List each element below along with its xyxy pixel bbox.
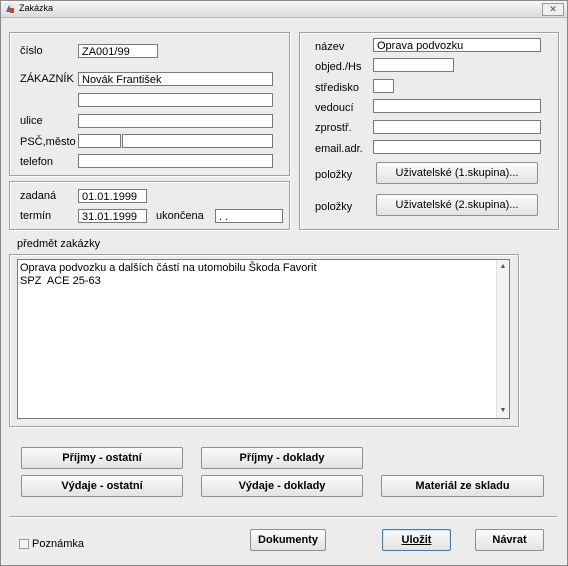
cislo-field[interactable]: ZA001/99 bbox=[78, 44, 158, 58]
scroll-up-icon[interactable]: ▲ bbox=[499, 263, 507, 271]
email-field[interactable] bbox=[373, 140, 541, 154]
psc-field[interactable] bbox=[78, 134, 121, 148]
prijmy-ostatni-button[interactable]: Příjmy - ostatní bbox=[21, 447, 183, 469]
objed-field[interactable] bbox=[373, 58, 454, 72]
footer-separator bbox=[9, 516, 557, 518]
window-title: Zakázka bbox=[19, 3, 54, 13]
zadana-field[interactable]: 01.01.1999 bbox=[78, 189, 147, 203]
vedouci-field[interactable] bbox=[373, 99, 541, 113]
termin-label: termín bbox=[20, 210, 52, 222]
poznamka-label[interactable]: Poznámka bbox=[32, 538, 84, 550]
telefon-label: telefon bbox=[20, 156, 54, 168]
polozky2-button[interactable]: Uživatelské (2.skupina)... bbox=[376, 194, 538, 216]
polozky1-button[interactable]: Uživatelské (1.skupina)... bbox=[376, 162, 538, 184]
zadana-label: zadaná bbox=[20, 190, 57, 202]
zakaznik-field-2[interactable] bbox=[78, 93, 273, 107]
zprostr-field[interactable] bbox=[373, 120, 541, 134]
telefon-field[interactable] bbox=[78, 154, 273, 168]
vedouci-label: vedoucí bbox=[315, 102, 354, 114]
title-bar: Zakázka ✕ bbox=[1, 1, 567, 18]
mesto-field[interactable] bbox=[122, 134, 273, 148]
vydaje-doklady-button[interactable]: Výdaje - doklady bbox=[201, 475, 363, 497]
email-label: email.adr. bbox=[315, 143, 363, 155]
close-icon[interactable]: ✕ bbox=[542, 3, 564, 16]
termin-field[interactable]: 31.01.1999 bbox=[78, 209, 147, 223]
polozky2-label: položky bbox=[315, 201, 353, 213]
ukoncena-label: ukončena bbox=[156, 210, 204, 222]
zakaznik-label: ZÁKAZNÍK bbox=[20, 73, 74, 85]
predmet-label: předmět zakázky bbox=[17, 238, 101, 250]
predmet-textarea[interactable]: Oprava podvozku a dalších částí na utomo… bbox=[17, 259, 510, 419]
stredisko-label: středisko bbox=[315, 82, 360, 94]
poznamka-checkbox[interactable] bbox=[19, 539, 29, 549]
zakazka-window: Zakázka ✕ číslo ZA001/99 ZÁKAZNÍK Novák … bbox=[0, 0, 568, 566]
ulice-field[interactable] bbox=[78, 114, 273, 128]
material-button[interactable]: Materiál ze skladu bbox=[381, 475, 544, 497]
app-icon bbox=[4, 3, 15, 14]
dokumenty-button[interactable]: Dokumenty bbox=[250, 529, 326, 551]
nazev-label: název bbox=[315, 41, 345, 53]
zprostr-label: zprostř. bbox=[315, 122, 352, 134]
ulice-label: ulice bbox=[20, 115, 43, 127]
vertical-scrollbar[interactable]: ▲ ▼ bbox=[496, 260, 509, 418]
stredisko-field[interactable] bbox=[373, 79, 394, 93]
ukoncena-field[interactable]: . . bbox=[215, 209, 283, 223]
objed-label: objed./Hs bbox=[315, 61, 362, 73]
scroll-down-icon[interactable]: ▼ bbox=[499, 407, 507, 415]
zakaznik-field[interactable]: Novák František bbox=[78, 72, 273, 86]
nazev-field[interactable]: Oprava podvozku bbox=[373, 38, 541, 52]
navrat-button[interactable]: Návrat bbox=[475, 529, 544, 551]
prijmy-doklady-button[interactable]: Příjmy - doklady bbox=[201, 447, 363, 469]
predmet-text: Oprava podvozku a dalších částí na utomo… bbox=[20, 262, 317, 287]
psc-label: PSČ,město bbox=[20, 136, 76, 148]
ulozit-button[interactable]: Uložit bbox=[382, 529, 451, 551]
cislo-label: číslo bbox=[20, 45, 43, 57]
polozky1-label: položky bbox=[315, 169, 353, 181]
vydaje-ostatni-button[interactable]: Výdaje - ostatní bbox=[21, 475, 183, 497]
